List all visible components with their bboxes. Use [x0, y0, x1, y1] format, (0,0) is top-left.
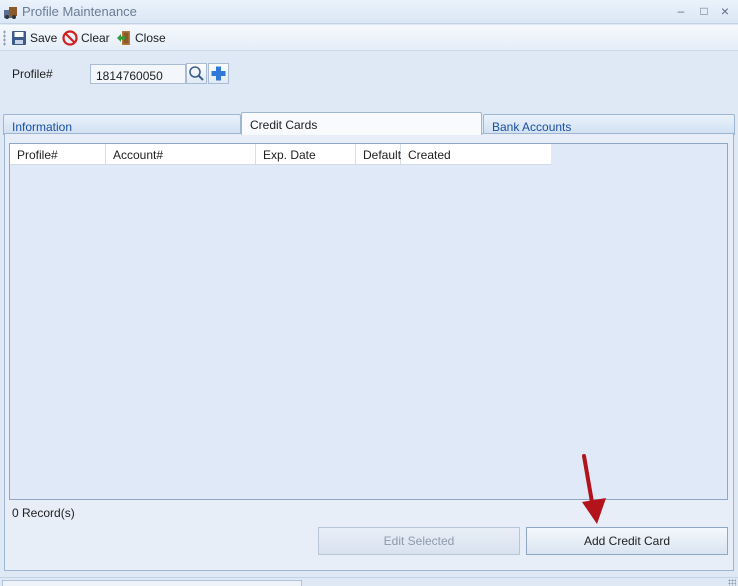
maximize-button[interactable]: □: [695, 3, 713, 19]
add-profile-button[interactable]: [208, 63, 229, 84]
app-icon: [4, 7, 17, 19]
credit-cards-grid[interactable]: Profile# Account# Exp. Date Default Crea…: [9, 143, 728, 500]
profile-number-input[interactable]: [90, 64, 186, 84]
plus-icon: [211, 66, 226, 81]
annotation-arrow: [582, 454, 606, 524]
window-title: Profile Maintenance: [22, 4, 137, 19]
column-header-default[interactable]: Default: [356, 144, 401, 164]
title-bar: Profile Maintenance – □ ×: [0, 0, 738, 24]
record-count: 0 Record(s): [12, 506, 75, 520]
search-profile-button[interactable]: [186, 63, 207, 84]
floppy-disk-icon: [12, 31, 26, 45]
save-button[interactable]: Save: [11, 28, 57, 48]
status-bar: [0, 577, 738, 586]
tab-credit-cards[interactable]: Credit Cards: [241, 112, 482, 135]
column-header-account[interactable]: Account#: [106, 144, 256, 164]
clear-label: Clear: [81, 31, 110, 45]
resize-grip[interactable]: [728, 579, 736, 586]
no-entry-icon: [62, 30, 78, 46]
grid-header: Profile# Account# Exp. Date Default Crea…: [10, 144, 551, 165]
close-label: Close: [135, 31, 166, 45]
toolbar: Save Clear Close: [0, 25, 738, 51]
column-header-exp-date[interactable]: Exp. Date: [256, 144, 356, 164]
magnifier-icon: [189, 66, 204, 81]
toolbar-grip[interactable]: [3, 30, 6, 46]
close-button[interactable]: Close: [116, 28, 166, 48]
save-label: Save: [30, 31, 58, 45]
edit-selected-button[interactable]: Edit Selected: [318, 527, 520, 555]
clear-button[interactable]: Clear: [62, 28, 110, 48]
close-window-button[interactable]: ×: [716, 3, 734, 19]
add-credit-card-button[interactable]: Add Credit Card: [526, 527, 728, 555]
minimize-button[interactable]: –: [672, 3, 690, 19]
exit-door-icon: [117, 31, 130, 45]
tab-information[interactable]: Information: [3, 114, 241, 135]
profile-label: Profile#: [12, 67, 53, 81]
status-segment: [2, 580, 302, 586]
tab-bank-accounts[interactable]: Bank Accounts: [483, 114, 735, 135]
column-header-created[interactable]: Created: [401, 144, 551, 164]
column-header-profile[interactable]: Profile#: [10, 144, 106, 164]
